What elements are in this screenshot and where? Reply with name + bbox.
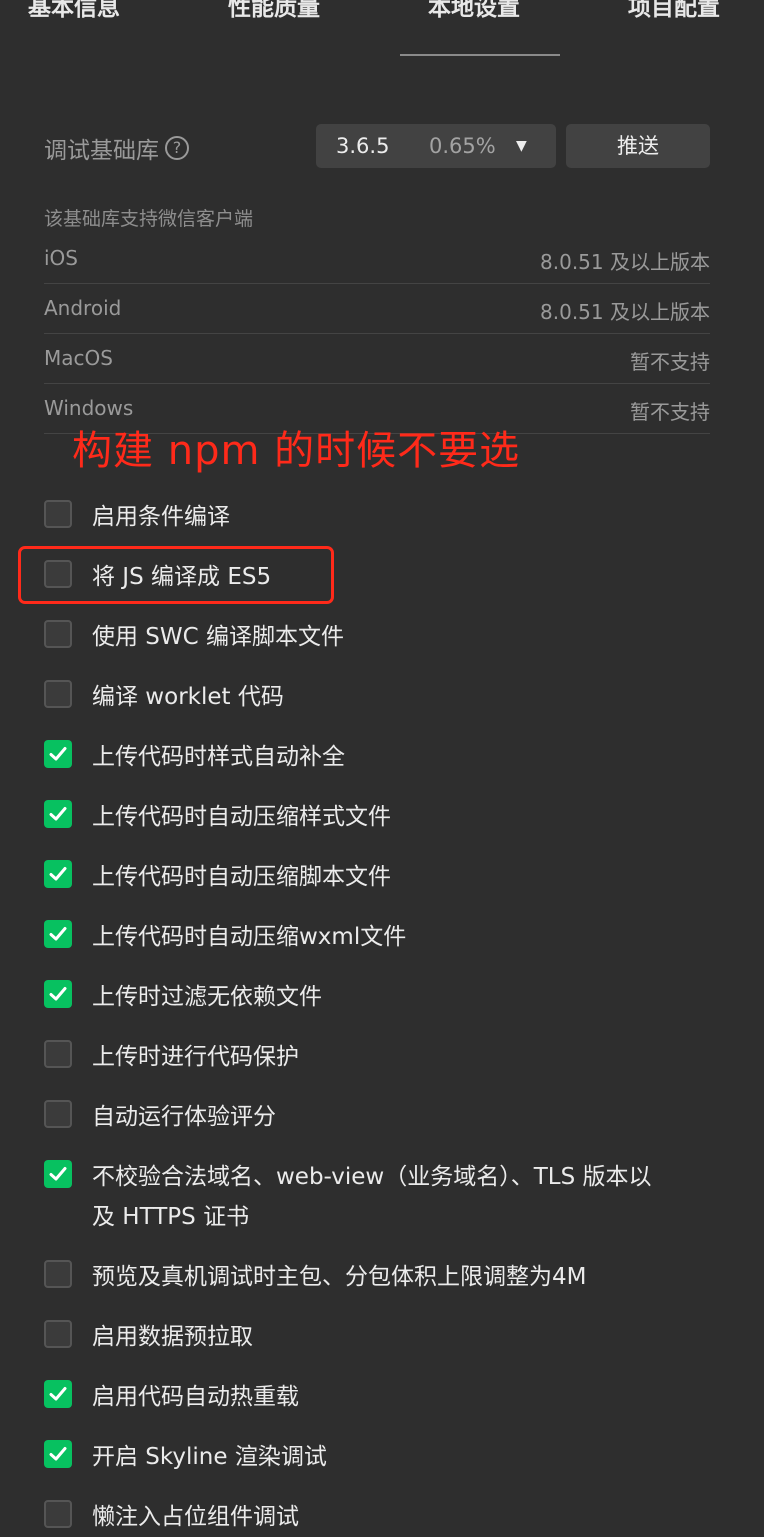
checkmark-icon	[49, 927, 67, 941]
tab-project-config[interactable]: 项目配置	[628, 0, 720, 22]
platform-requirement: 8.0.51 及以上版本	[540, 250, 710, 274]
option-label: 上传代码时自动压缩wxml文件	[92, 924, 407, 950]
checkmark-icon	[49, 807, 67, 821]
checkbox-checked[interactable]	[44, 980, 72, 1008]
help-icon[interactable]: ?	[165, 136, 189, 160]
platform-requirement: 暂不支持	[630, 400, 710, 424]
tab-bar: 基本信息 性能质量 本地设置 项目配置	[0, 0, 764, 56]
platform-name: Android	[44, 296, 122, 320]
support-row-macos: MacOS 暂不支持	[44, 334, 710, 384]
option-label: 编译 worklet 代码	[92, 684, 284, 710]
support-title: 该基础库支持微信客户端	[44, 208, 254, 230]
library-version-value: 3.6.5	[336, 134, 390, 158]
checkbox-checked[interactable]	[44, 740, 72, 768]
library-usage-percent: 0.65%	[429, 134, 496, 158]
library-version-select[interactable]: 3.6.5 0.65% ▼	[316, 124, 556, 168]
checkbox[interactable]	[44, 1500, 72, 1528]
checkbox-checked[interactable]	[44, 1380, 72, 1408]
active-tab-indicator	[400, 54, 560, 56]
checkbox-checked[interactable]	[44, 860, 72, 888]
option-label: 启用数据预拉取	[92, 1324, 253, 1350]
platform-requirement: 暂不支持	[630, 350, 710, 374]
checkbox[interactable]	[44, 1320, 72, 1348]
checkbox[interactable]	[44, 1040, 72, 1068]
option-label: 上传代码时自动压缩脚本文件	[92, 864, 391, 890]
option-label: 开启 Skyline 渲染调试	[92, 1444, 327, 1470]
push-button[interactable]: 推送	[566, 124, 710, 168]
checkbox[interactable]	[44, 1100, 72, 1128]
checkbox[interactable]	[44, 680, 72, 708]
checkbox[interactable]	[44, 1260, 72, 1288]
option-label: 使用 SWC 编译脚本文件	[92, 624, 345, 650]
checkbox-checked[interactable]	[44, 1440, 72, 1468]
option-label: 上传代码时样式自动补全	[92, 744, 345, 770]
checkmark-icon	[49, 1447, 67, 1461]
tab-local-settings[interactable]: 本地设置	[428, 0, 520, 22]
platform-name: MacOS	[44, 346, 113, 370]
checkmark-icon	[49, 747, 67, 761]
checkmark-icon	[49, 1387, 67, 1401]
option-label: 启用条件编译	[92, 504, 230, 530]
option-label: 启用代码自动热重载	[92, 1384, 299, 1410]
checkbox[interactable]	[44, 500, 72, 528]
checkbox-checked[interactable]	[44, 1160, 72, 1188]
option-label: 懒注入占位组件调试	[92, 1504, 299, 1530]
option-label: 不校验合法域名、web-view（业务域名）、TLS 版本以及 HTTPS 证书	[92, 1164, 652, 1230]
checkbox-checked[interactable]	[44, 800, 72, 828]
checkbox-checked[interactable]	[44, 920, 72, 948]
checkbox[interactable]	[44, 560, 72, 588]
option-label: 上传代码时自动压缩样式文件	[92, 804, 391, 830]
debug-library-label: 调试基础库 ?	[44, 131, 189, 165]
option-label: 预览及真机调试时主包、分包体积上限调整为4M	[92, 1264, 587, 1290]
support-row-ios: iOS 8.0.51 及以上版本	[44, 234, 710, 284]
platform-requirement: 8.0.51 及以上版本	[540, 300, 710, 324]
annotation-note: 构建 npm 的时候不要选	[72, 428, 521, 474]
option-label: 上传时过滤无依赖文件	[92, 984, 322, 1010]
chevron-down-icon: ▼	[516, 138, 527, 154]
tab-basic-info[interactable]: 基本信息	[28, 0, 120, 22]
checkmark-icon	[49, 987, 67, 1001]
option-label: 上传时进行代码保护	[92, 1044, 299, 1070]
checkmark-icon	[49, 1167, 67, 1181]
checkmark-icon	[49, 867, 67, 881]
option-label: 将 JS 编译成 ES5	[92, 564, 272, 590]
tab-performance-quality[interactable]: 性能质量	[228, 0, 320, 22]
debug-library-label-text: 调试基础库	[44, 138, 159, 164]
platform-name: Windows	[44, 396, 134, 420]
checkbox[interactable]	[44, 620, 72, 648]
platform-name: iOS	[44, 246, 78, 270]
option-label: 自动运行体验评分	[92, 1104, 276, 1130]
support-row-android: Android 8.0.51 及以上版本	[44, 284, 710, 334]
